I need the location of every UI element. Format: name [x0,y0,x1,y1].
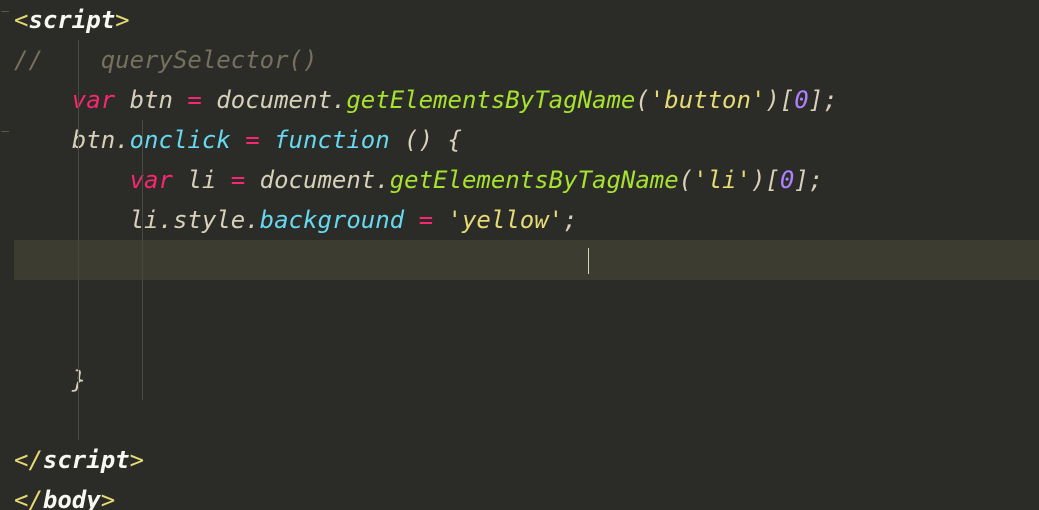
indent-guide [78,40,79,80]
token-sky: function [274,126,390,154]
token-punc: btn. [14,126,130,154]
code-line[interactable]: // querySelector() [14,40,1039,80]
indent-guide [78,360,79,400]
code-line[interactable]: <script> [14,0,1039,40]
token-punc: btn [115,86,187,114]
token-tag: script [28,6,115,34]
indent-guide [142,200,143,240]
token-tag: script [43,446,130,474]
token-punc: () { [390,126,462,154]
token-punc: ; [563,206,577,234]
fold-gutter: –– [0,0,14,510]
fold-marker[interactable]: – [0,5,13,19]
token-cmt: // querySelector() [14,46,317,74]
token-punc [231,126,245,154]
indent-guide [142,240,143,280]
token-op: = [231,166,245,194]
token-ang: </ [14,446,43,474]
token-ang: > [101,486,115,510]
indent-guide [78,160,79,200]
token-op: = [245,126,259,154]
text-caret [588,248,589,274]
indent-guide [78,80,79,120]
code-line[interactable]: var li = document.getElementsByTagName('… [14,160,1039,200]
code-line[interactable]: var btn = document.getElementsByTagName(… [14,80,1039,120]
token-ang: > [130,446,144,474]
code-area[interactable]: <script>// querySelector() var btn = doc… [14,0,1039,510]
code-line[interactable]: li.style.background = 'yellow'; [14,200,1039,240]
token-op: = [419,206,433,234]
token-kw: var [130,166,173,194]
fold-marker[interactable]: – [0,125,13,139]
indent-guide [142,320,143,360]
code-line[interactable] [14,400,1039,440]
token-punc: document. [202,86,347,114]
token-punc [404,206,418,234]
token-num: 0 [780,166,794,194]
token-ang: > [115,6,129,34]
indent-guide [78,200,79,240]
indent-guide [142,360,143,400]
indent-guide [142,280,143,320]
token-ang: < [14,6,28,34]
token-punc: li [173,166,231,194]
code-line[interactable] [14,240,1039,280]
token-punc [14,166,130,194]
token-punc: )[ [765,86,794,114]
token-punc: ]; [809,86,838,114]
code-line[interactable] [14,280,1039,320]
token-id: onclick [130,126,231,154]
token-punc: ( [635,86,649,114]
indent-guide [78,400,79,440]
indent-guide [78,280,79,320]
token-str: 'yellow' [448,206,564,234]
token-punc: } [14,366,86,394]
token-fn: getElementsByTagName [346,86,635,114]
token-str: 'button' [650,86,766,114]
code-line[interactable]: } [14,360,1039,400]
indent-guide [142,160,143,200]
indent-guide [78,240,79,280]
code-line[interactable] [14,320,1039,360]
indent-guide [78,120,79,160]
token-str: 'li' [693,166,751,194]
token-punc [14,86,72,114]
token-fn: getElementsByTagName [390,166,679,194]
token-punc: document. [245,166,390,194]
indent-guide [142,120,143,160]
token-tag: body [43,486,101,510]
indent-guide [78,320,79,360]
token-punc: ]; [794,166,823,194]
token-punc [433,206,447,234]
token-punc [260,126,274,154]
token-op: = [187,86,201,114]
token-ang: </ [14,486,43,510]
code-line[interactable]: btn.onclick = function () { [14,120,1039,160]
code-line[interactable]: </script> [14,440,1039,480]
token-punc: )[ [751,166,780,194]
code-line[interactable]: </body> [14,480,1039,510]
token-num: 0 [794,86,808,114]
token-punc: li.style. [14,206,260,234]
token-id: background [260,206,405,234]
token-punc: ( [679,166,693,194]
